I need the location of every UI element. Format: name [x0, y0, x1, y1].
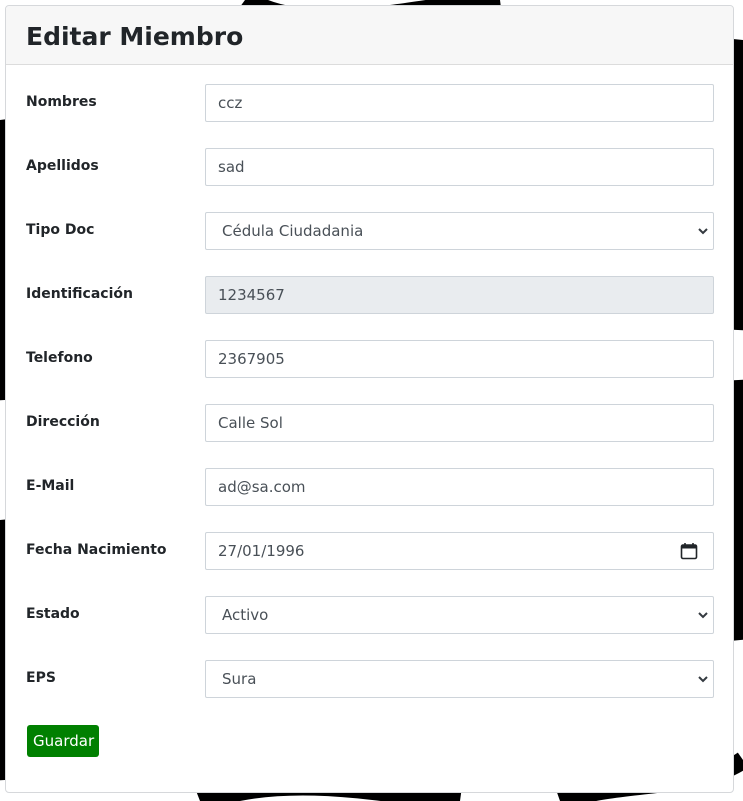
row-telefono: Telefono — [6, 340, 733, 378]
row-identificacion: Identificación — [6, 276, 733, 314]
row-email: E-Mail — [6, 468, 733, 506]
page-title: Editar Miembro — [26, 22, 244, 51]
label-fecha-nacimiento: Fecha Nacimiento — [26, 542, 167, 558]
calendar-icon[interactable] — [680, 542, 698, 560]
label-apellidos: Apellidos — [26, 158, 99, 174]
fecha-nacimiento-input[interactable]: 27/01/1996 — [205, 532, 714, 570]
estado-value: Activo — [222, 606, 269, 624]
nombres-input[interactable] — [205, 84, 714, 122]
label-telefono: Telefono — [26, 350, 93, 366]
identificacion-input — [205, 276, 714, 314]
chevron-down-icon — [698, 228, 708, 235]
eps-select[interactable]: Sura — [205, 660, 714, 698]
chevron-down-icon — [698, 612, 708, 619]
label-identificacion: Identificación — [26, 286, 133, 302]
label-tipo-doc: Tipo Doc — [26, 222, 95, 238]
fecha-nacimiento-value: 27/01/1996 — [218, 542, 305, 560]
label-nombres: Nombres — [26, 94, 97, 110]
tipo-doc-value: Cédula Ciudadania — [222, 222, 364, 240]
email-input[interactable] — [205, 468, 714, 506]
row-direccion: Dirección — [6, 404, 733, 442]
row-apellidos: Apellidos — [6, 148, 733, 186]
row-estado: Estado Activo — [6, 596, 733, 634]
direccion-input[interactable] — [205, 404, 714, 442]
apellidos-input[interactable] — [205, 148, 714, 186]
save-button[interactable]: Guardar — [27, 725, 99, 757]
row-fecha-nacimiento: Fecha Nacimiento 27/01/1996 — [6, 532, 733, 570]
label-email: E-Mail — [26, 478, 75, 494]
tipo-doc-select[interactable]: Cédula Ciudadania — [205, 212, 714, 250]
estado-select[interactable]: Activo — [205, 596, 714, 634]
eps-value: Sura — [222, 670, 257, 688]
label-direccion: Dirección — [26, 414, 100, 430]
telefono-input[interactable] — [205, 340, 714, 378]
label-eps: EPS — [26, 670, 56, 686]
label-estado: Estado — [26, 606, 80, 622]
edit-member-card: Editar Miembro Nombres Apellidos Tipo Do… — [5, 5, 734, 793]
row-nombres: Nombres — [6, 84, 733, 122]
row-tipo-doc: Tipo Doc Cédula Ciudadania — [6, 212, 733, 250]
chevron-down-icon — [698, 676, 708, 683]
row-eps: EPS Sura — [6, 660, 733, 698]
